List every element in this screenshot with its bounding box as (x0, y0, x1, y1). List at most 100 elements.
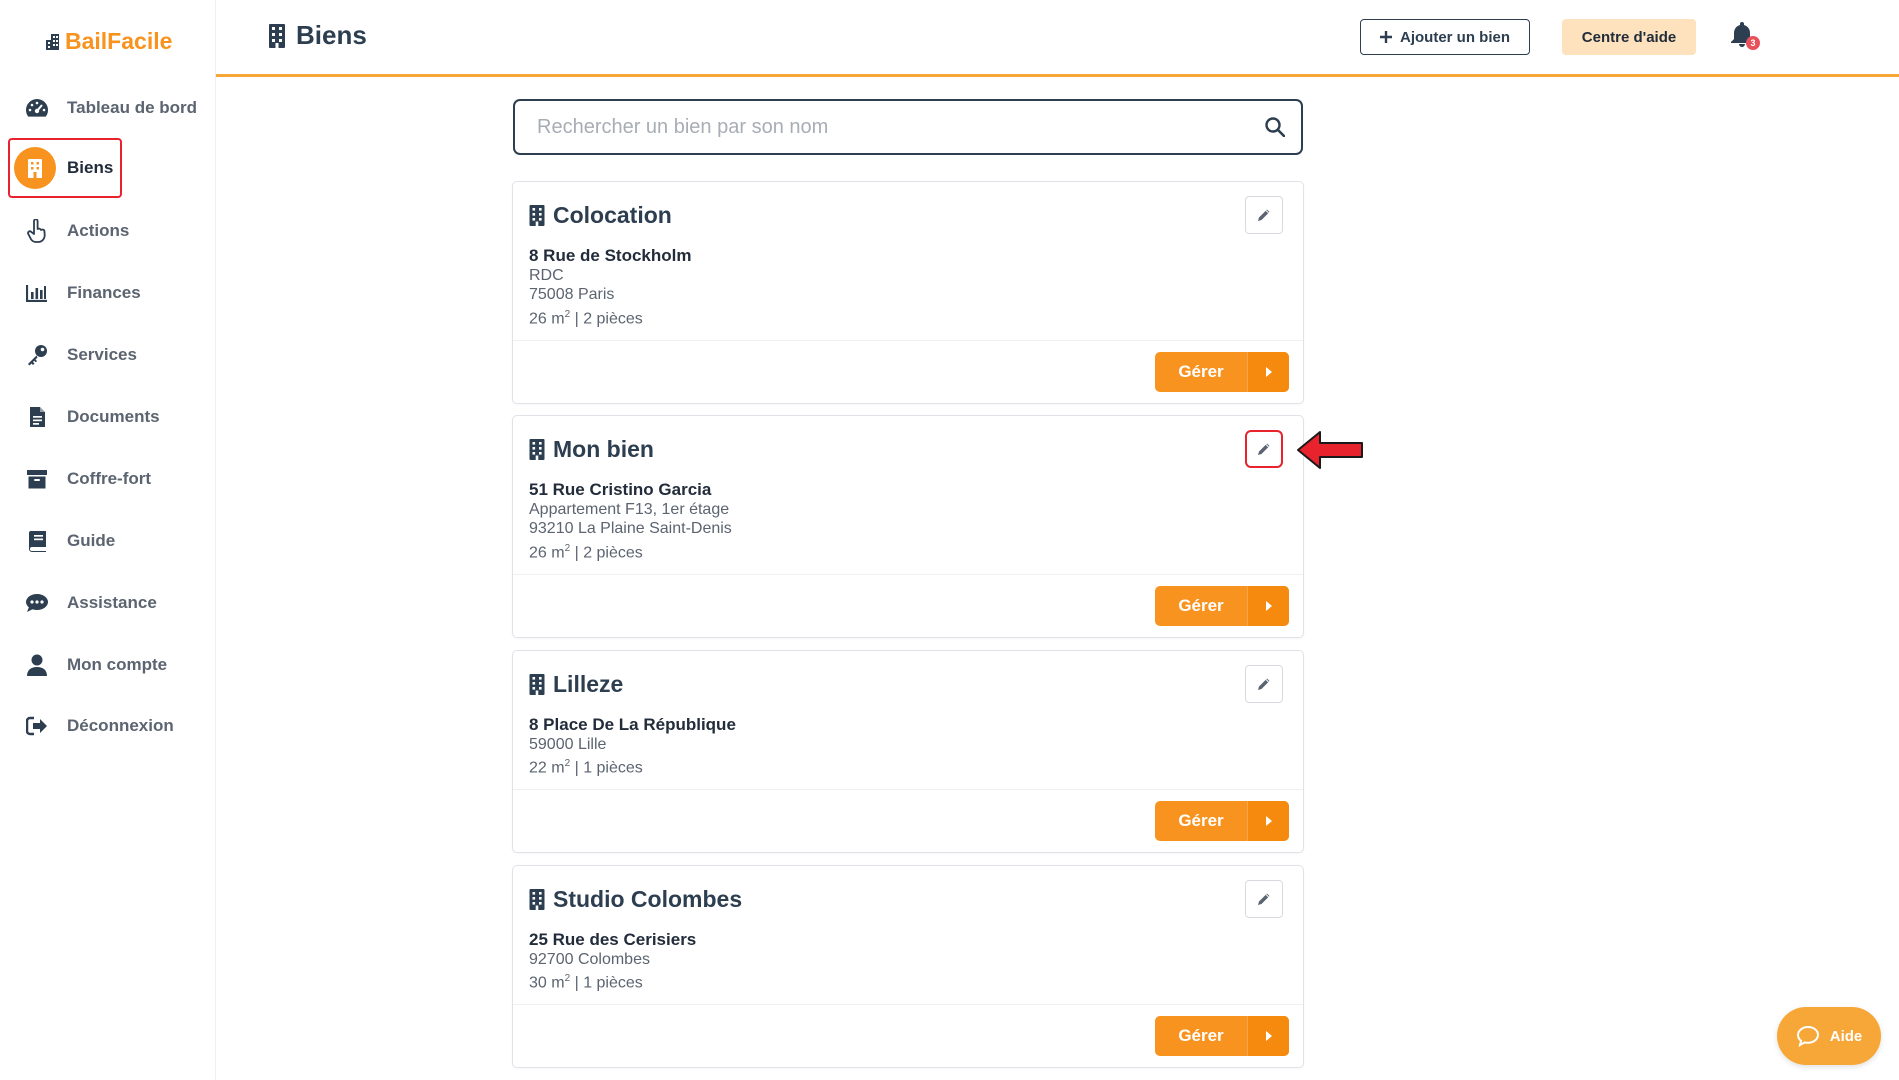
property-card: Colocation 8 Rue de Stockholm RDC 75008 … (512, 181, 1304, 404)
sidebar-item-tableau-de-bord[interactable]: Tableau de bord (0, 85, 215, 131)
logout-icon (24, 713, 50, 739)
manage-property-button[interactable]: Gérer (1155, 352, 1289, 392)
property-address: 51 Rue Cristino Garcia Appartement F13, … (529, 480, 732, 562)
property-address: 8 Place De La République 59000 Lille 22 … (529, 715, 736, 778)
red-arrow-icon (1297, 431, 1363, 469)
add-property-label: Ajouter un bien (1400, 28, 1510, 46)
sidebar-item-mon-compte[interactable]: Mon compte (0, 642, 215, 688)
manage-property-button[interactable]: Gérer (1155, 586, 1289, 626)
sidebar-item-label: Documents (67, 407, 160, 426)
property-title: Studio Colombes (529, 886, 742, 913)
sidebar-item-actions[interactable]: Actions (0, 208, 215, 254)
card-divider (513, 789, 1303, 790)
sidebar-item-label: Biens (67, 158, 114, 177)
property-surface: 26 m (529, 309, 565, 327)
page-title-text: Biens (296, 20, 367, 50)
property-name: Studio Colombes (553, 886, 743, 912)
sidebar-item-label: Mon compte (67, 655, 168, 674)
sidebar-item-guide[interactable]: Guide (0, 518, 215, 564)
help-center-label: Centre d'aide (1581, 28, 1677, 46)
sidebar-item-label: Guide (67, 531, 116, 550)
caret-right-icon (1247, 801, 1289, 841)
manage-property-button[interactable]: Gérer (1155, 801, 1289, 841)
property-address-line: 75008 Paris (529, 286, 615, 303)
property-street: 8 Rue de Stockholm (529, 246, 692, 265)
property-address-line: RDC (529, 266, 564, 284)
search-bar (513, 99, 1303, 155)
pencil-icon (1258, 443, 1270, 455)
property-card: Lilleze 8 Place De La République 59000 L… (512, 650, 1304, 853)
caret-right-icon (1247, 586, 1289, 626)
pencil-icon (1258, 678, 1270, 690)
top-header: Biens Ajouter un bien Centre d'aide 3 (216, 0, 1899, 77)
caret-right-icon (1247, 1016, 1289, 1056)
sidebar-item-label: Finances (67, 283, 141, 302)
card-divider (513, 1004, 1303, 1005)
edit-property-button[interactable] (1245, 665, 1283, 703)
property-name: Colocation (553, 202, 672, 228)
building-icon (529, 205, 545, 226)
property-rooms: | 2 pièces (570, 543, 643, 561)
sidebar-item-label: Tableau de bord (67, 98, 198, 117)
search-icon[interactable] (1265, 117, 1285, 137)
sidebar-item-label: Coffre-fort (67, 469, 152, 488)
property-street: 51 Rue Cristino Garcia (529, 480, 712, 499)
edit-property-button[interactable] (1245, 196, 1283, 234)
property-surface-rooms: 26 m2 | 2 pièces (529, 305, 691, 329)
edit-property-button[interactable] (1245, 430, 1283, 468)
sidebar-item-label: Services (67, 345, 137, 364)
building-logo-icon (46, 34, 59, 50)
aide-label: Aide (1829, 1027, 1863, 1045)
plus-icon (1380, 31, 1392, 43)
property-card: Mon bien 51 Rue Cristino Garcia Appartem… (512, 415, 1304, 638)
property-rooms: | 1 pièces (570, 759, 643, 777)
sidebar-item-finances[interactable]: Finances (0, 270, 215, 316)
building-icon (529, 439, 545, 460)
brand-name: BailFacile (65, 27, 173, 54)
caret-right-icon (1247, 352, 1289, 392)
page-title: Biens (268, 20, 367, 51)
sidebar-item-services[interactable]: Services (0, 332, 215, 378)
property-title: Colocation (529, 202, 672, 229)
property-surface: 22 m (529, 759, 565, 777)
building-icon (529, 889, 545, 910)
sidebar-item-label: Actions (67, 221, 130, 240)
property-surface: 30 m (529, 974, 565, 992)
search-input[interactable] (535, 106, 1239, 148)
property-rooms: | 1 pièces (570, 974, 643, 992)
property-title: Lilleze (529, 671, 623, 698)
sidebar: BailFacile Tableau de bord Biens Actions… (0, 0, 216, 1080)
manage-label: Gérer (1178, 596, 1224, 615)
property-rooms: | 2 pièces (570, 309, 643, 327)
building-icon (14, 147, 56, 189)
card-divider (513, 340, 1303, 341)
bar-chart-icon (24, 280, 50, 306)
brand-logo[interactable]: BailFacile (46, 26, 172, 56)
property-address-line: Appartement F13, 1er étage (529, 500, 730, 518)
help-center-button[interactable]: Centre d'aide (1562, 19, 1696, 55)
property-surface: 26 m (529, 543, 565, 561)
sidebar-item-biens[interactable]: Biens (0, 145, 215, 191)
manage-label: Gérer (1178, 362, 1224, 381)
pencil-icon (1258, 893, 1270, 905)
sidebar-item-deconnexion[interactable]: Déconnexion (0, 703, 215, 749)
sidebar-item-assistance[interactable]: Assistance (0, 580, 215, 626)
document-icon (24, 404, 50, 430)
property-street: 25 Rue des Cerisiers (529, 930, 697, 949)
property-title: Mon bien (529, 436, 654, 463)
property-surface-rooms: 22 m2 | 1 pièces (529, 754, 736, 778)
property-address-line: 59000 Lille (529, 735, 607, 753)
aide-chat-button[interactable]: Aide (1777, 1007, 1881, 1065)
sidebar-item-coffre-fort[interactable]: Coffre-fort (0, 456, 215, 502)
edit-property-button[interactable] (1245, 880, 1283, 918)
pencil-icon (1258, 209, 1270, 221)
notifications-button[interactable]: 3 (1729, 20, 1763, 54)
property-name: Lilleze (553, 671, 624, 697)
property-card: Studio Colombes 25 Rue des Cerisiers 927… (512, 865, 1304, 1068)
notification-badge: 3 (1746, 36, 1760, 50)
property-street: 8 Place De La République (529, 715, 736, 734)
manage-property-button[interactable]: Gérer (1155, 1016, 1289, 1056)
sidebar-item-documents[interactable]: Documents (0, 394, 215, 440)
sidebar-item-label: Déconnexion (67, 716, 174, 735)
add-property-button[interactable]: Ajouter un bien (1360, 19, 1530, 55)
